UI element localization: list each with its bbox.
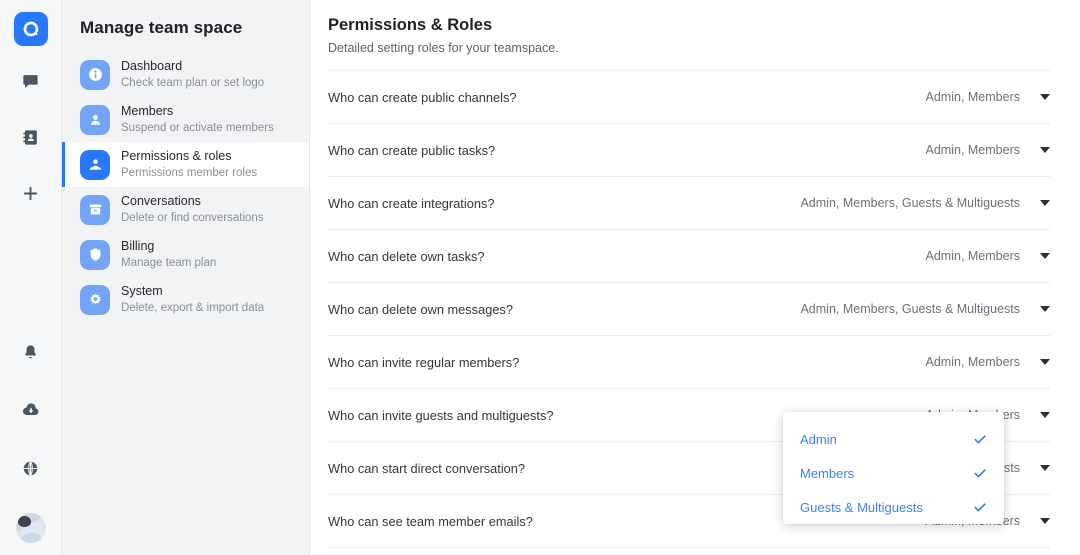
permission-question: Who can create public channels? bbox=[328, 90, 926, 105]
icon-rail bbox=[0, 0, 62, 555]
page-title: Permissions & Roles bbox=[328, 16, 1050, 35]
dropdown-option-admin[interactable]: Admin bbox=[783, 422, 1004, 456]
sidebar-item-label: Members bbox=[121, 104, 274, 120]
rail-bottom-icons bbox=[0, 339, 61, 543]
sidebar-item-desc: Delete or find conversations bbox=[121, 211, 264, 225]
permission-value: Admin, Members, Guests & Multiguests bbox=[800, 196, 1020, 210]
permission-value: Admin, Members bbox=[926, 355, 1020, 369]
permission-value: Admin, Members bbox=[926, 143, 1020, 157]
dropdown-option-label: Admin bbox=[800, 432, 972, 447]
chevron-down-icon[interactable] bbox=[1040, 412, 1050, 418]
sidebar-item-label: Conversations bbox=[121, 194, 264, 210]
settings-sidebar: Manage team space Dashboard Check team p… bbox=[62, 0, 310, 555]
check-icon bbox=[972, 465, 988, 481]
sidebar-item-desc: Suspend or activate members bbox=[121, 121, 274, 135]
roles-dropdown-menu: Admin Members Guests & Multiguests bbox=[783, 412, 1004, 524]
page-subtitle: Detailed setting roles for your teamspac… bbox=[328, 41, 1050, 55]
chevron-down-icon[interactable] bbox=[1040, 359, 1050, 365]
gear-icon bbox=[80, 285, 110, 315]
sidebar-item-dashboard[interactable]: Dashboard Check team plan or set logo bbox=[62, 52, 309, 97]
sidebar-item-label: System bbox=[121, 284, 264, 300]
person-icon bbox=[80, 105, 110, 135]
permission-row: Who can delete own messages? Admin, Memb… bbox=[328, 283, 1050, 336]
sidebar-item-members[interactable]: Members Suspend or activate members bbox=[62, 97, 309, 142]
info-icon bbox=[80, 60, 110, 90]
permission-question: Who can delete own tasks? bbox=[328, 249, 926, 264]
main-content: Permissions & Roles Detailed setting rol… bbox=[310, 0, 1080, 555]
sidebar-item-billing[interactable]: Billing Manage team plan bbox=[62, 232, 309, 277]
avatar[interactable] bbox=[16, 513, 46, 543]
sidebar-item-label: Billing bbox=[121, 239, 216, 255]
check-icon bbox=[972, 431, 988, 447]
check-icon bbox=[972, 499, 988, 515]
permission-value: Admin, Members, Guests & Multiguests bbox=[800, 302, 1020, 316]
app-logo[interactable] bbox=[14, 12, 48, 46]
sidebar-item-label: Dashboard bbox=[121, 59, 264, 75]
chevron-down-icon[interactable] bbox=[1040, 147, 1050, 153]
permission-row: Who can invite regular members? Admin, M… bbox=[328, 336, 1050, 389]
globe-icon[interactable] bbox=[18, 455, 44, 481]
chevron-down-icon[interactable] bbox=[1040, 306, 1050, 312]
sidebar-item-desc: Permissions member roles bbox=[121, 166, 257, 180]
chevron-down-icon[interactable] bbox=[1040, 253, 1050, 259]
sidebar-item-label: Permissions & roles bbox=[121, 149, 257, 165]
permission-question: Who can create integrations? bbox=[328, 196, 800, 211]
contacts-icon[interactable] bbox=[18, 124, 44, 150]
app-window: Manage team space Dashboard Check team p… bbox=[0, 0, 1080, 555]
archive-icon bbox=[80, 195, 110, 225]
dropdown-option-label: Members bbox=[800, 466, 972, 481]
chevron-down-icon[interactable] bbox=[1040, 465, 1050, 471]
permission-row: Who can create public tasks? Admin, Memb… bbox=[328, 124, 1050, 177]
add-icon[interactable] bbox=[18, 180, 44, 206]
sidebar-item-desc: Manage team plan bbox=[121, 256, 216, 270]
chevron-down-icon[interactable] bbox=[1040, 200, 1050, 206]
permission-question: Who can delete own messages? bbox=[328, 302, 800, 317]
permission-row: Who can create public channels? Admin, M… bbox=[328, 71, 1050, 124]
sidebar-item-system[interactable]: System Delete, export & import data bbox=[62, 277, 309, 322]
chat-icon[interactable] bbox=[18, 68, 44, 94]
sidebar-item-desc: Check team plan or set logo bbox=[121, 76, 264, 90]
permission-question: Who can invite regular members? bbox=[328, 355, 926, 370]
sidebar-title: Manage team space bbox=[62, 18, 309, 38]
person-key-icon bbox=[80, 150, 110, 180]
chevron-down-icon[interactable] bbox=[1040, 518, 1050, 524]
sidebar-item-conversations[interactable]: Conversations Delete or find conversatio… bbox=[62, 187, 309, 232]
permission-question: Who can start direct conversation? bbox=[328, 461, 800, 476]
chevron-down-icon[interactable] bbox=[1040, 94, 1050, 100]
permission-value: Admin, Members bbox=[926, 90, 1020, 104]
permission-question: Who can create public tasks? bbox=[328, 143, 926, 158]
dropdown-option-label: Guests & Multiguests bbox=[800, 500, 972, 515]
shield-icon bbox=[80, 240, 110, 270]
dropdown-option-members[interactable]: Members bbox=[783, 456, 1004, 490]
sidebar-item-desc: Delete, export & import data bbox=[121, 301, 264, 315]
rail-top-icons bbox=[18, 68, 44, 206]
permission-row: Who can create integrations? Admin, Memb… bbox=[328, 177, 1050, 230]
dropdown-option-guests-multiguests[interactable]: Guests & Multiguests bbox=[783, 490, 1004, 524]
permission-row: Who can delete own tasks? Admin, Members bbox=[328, 230, 1050, 283]
bell-icon[interactable] bbox=[18, 339, 44, 365]
sidebar-item-permissions-roles[interactable]: Permissions & roles Permissions member r… bbox=[62, 142, 309, 187]
cloud-download-icon[interactable] bbox=[18, 397, 44, 423]
permission-value: Admin, Members bbox=[926, 249, 1020, 263]
